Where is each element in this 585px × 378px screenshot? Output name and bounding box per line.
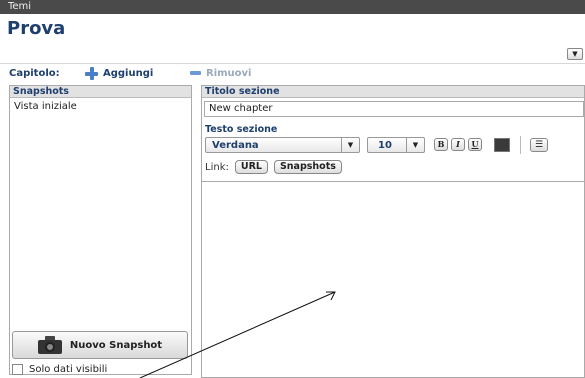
italic-button[interactable]: I (451, 138, 465, 151)
visible-only-checkbox[interactable] (12, 363, 23, 375)
section-text-editor[interactable] (202, 181, 584, 377)
chevron-down-icon: ▼ (341, 138, 359, 152)
camera-icon (37, 336, 62, 354)
toolbar-divider (520, 136, 521, 154)
bullet-list-button[interactable]: ☰ (530, 138, 548, 152)
remove-chapter-label: Rimuovi (206, 67, 252, 79)
chevron-down-icon: ▼ (572, 50, 578, 58)
snapshots-list: Vista iniziale (10, 98, 191, 116)
section-title-input[interactable]: New chapter (204, 101, 584, 117)
page-title: Prova (7, 18, 66, 39)
visible-only-row: Solo dati visibili (12, 363, 107, 375)
section-text-label: Testo sezione (205, 124, 278, 135)
window-title: Temi (8, 1, 32, 12)
link-label: Link: (205, 161, 229, 173)
minus-icon (190, 71, 201, 75)
text-color-picker[interactable] (494, 138, 510, 152)
chapter-label: Capitolo: (9, 68, 60, 79)
window-titlebar: Temi (0, 0, 585, 14)
snapshots-header: Snapshots (10, 86, 191, 98)
url-button[interactable]: URL (234, 160, 268, 174)
snapshots-panel: Snapshots Vista iniziale Nuovo Snapshot … (9, 85, 192, 375)
snapshots-link-button[interactable]: Snapshots (273, 160, 342, 174)
font-size-select[interactable]: 10 ▼ (367, 137, 425, 153)
new-snapshot-label: Nuovo Snapshot (69, 339, 163, 351)
options-dropdown-button[interactable]: ▼ (567, 48, 583, 60)
underline-button[interactable]: U (468, 138, 482, 151)
list-item[interactable]: Vista iniziale (14, 100, 187, 114)
section-title-header: Titolo sezione (202, 86, 584, 98)
visible-only-label: Solo dati visibili (29, 363, 108, 375)
bold-button[interactable]: B (434, 138, 448, 151)
font-size-value: 10 (378, 140, 392, 151)
font-family-value: Verdana (212, 140, 259, 151)
add-chapter-label: Aggiungi (103, 67, 154, 79)
font-family-select[interactable]: Verdana ▼ (205, 137, 360, 153)
add-chapter-button[interactable]: Aggiungi (85, 66, 153, 80)
chevron-down-icon: ▼ (406, 138, 424, 152)
list-icon: ☰ (534, 140, 544, 150)
plus-icon (85, 66, 98, 80)
new-snapshot-button[interactable]: Nuovo Snapshot (12, 331, 188, 359)
link-row: Link: URL Snapshots (205, 160, 342, 174)
chapter-toolbar: Capitolo: Aggiungi Rimuovi (0, 63, 585, 81)
section-panel: Titolo sezione New chapter Testo sezione… (201, 85, 585, 378)
remove-chapter-button[interactable]: Rimuovi (190, 66, 251, 80)
